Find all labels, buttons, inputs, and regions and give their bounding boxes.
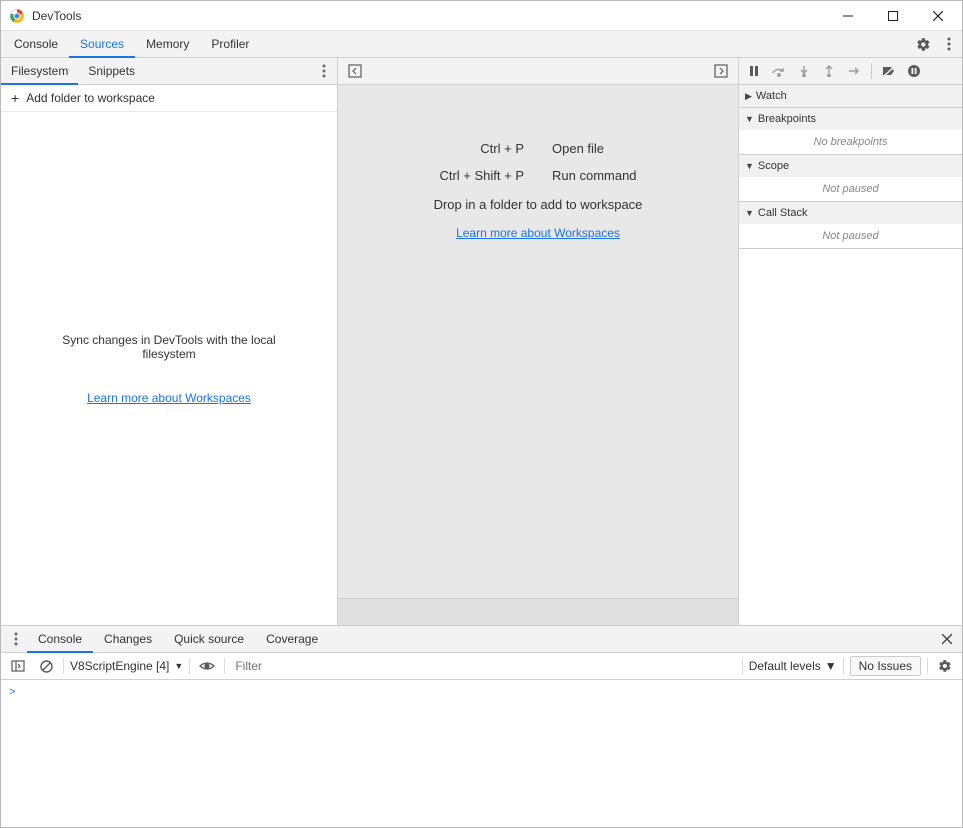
tab-memory[interactable]: Memory	[135, 31, 200, 57]
breakpoints-section-header[interactable]: ▼ Breakpoints	[739, 108, 962, 130]
collapse-right-icon	[714, 64, 728, 78]
settings-button[interactable]	[910, 31, 936, 57]
console-prompt: >	[9, 686, 15, 698]
no-breakpoints-message: No breakpoints	[739, 130, 962, 154]
shortcut-run-command-desc: Run command	[552, 168, 637, 183]
window-title: DevTools	[32, 9, 81, 23]
triangle-down-icon: ▼	[745, 208, 754, 218]
triangle-down-icon: ▼	[745, 114, 754, 124]
gear-icon	[916, 37, 931, 52]
plus-icon: +	[11, 90, 19, 106]
console-filter-input[interactable]	[231, 656, 735, 676]
no-issues-button[interactable]: No Issues	[850, 656, 921, 676]
pause-button[interactable]	[743, 60, 765, 82]
editor-placeholder: Ctrl + P Open file Ctrl + Shift + P Run …	[338, 85, 738, 598]
shortcut-run-command-key: Ctrl + Shift + P	[439, 168, 524, 183]
drawer-tab-changes[interactable]: Changes	[93, 626, 163, 652]
add-folder-button[interactable]: + Add folder to workspace	[1, 85, 337, 112]
drawer-close-button[interactable]	[936, 628, 958, 650]
collapse-left-icon	[348, 64, 362, 78]
sidebar-more-button[interactable]	[311, 64, 337, 78]
pause-circle-icon	[907, 64, 921, 78]
console-settings-button[interactable]	[934, 655, 956, 677]
context-selector[interactable]: V8ScriptEngine [4] ▼	[70, 659, 183, 673]
triangle-down-icon: ▼	[745, 161, 754, 171]
triangle-right-icon: ▶	[745, 91, 752, 102]
drawer-tab-console[interactable]: Console	[27, 626, 93, 652]
shortcut-open-file-desc: Open file	[552, 141, 637, 156]
drop-folder-message: Drop in a folder to add to workspace	[434, 197, 643, 212]
drawer-tab-quick-source[interactable]: Quick source	[163, 626, 255, 652]
live-expression-button[interactable]	[196, 655, 218, 677]
maximize-button[interactable]	[870, 1, 915, 30]
kebab-icon	[322, 64, 326, 78]
callstack-section-header[interactable]: ▼ Call Stack	[739, 202, 962, 224]
editor-footer	[338, 598, 738, 625]
subtab-snippets[interactable]: Snippets	[78, 58, 145, 84]
callstack-not-paused-message: Not paused	[739, 224, 962, 248]
deactivate-breakpoints-button[interactable]	[878, 60, 900, 82]
tab-profiler[interactable]: Profiler	[200, 31, 260, 57]
kebab-icon	[947, 37, 951, 51]
more-button[interactable]	[936, 31, 962, 57]
shortcut-open-file-key: Ctrl + P	[439, 141, 524, 156]
watch-section-header[interactable]: ▶ Watch	[739, 85, 962, 107]
sidebar-toggle-icon	[11, 660, 25, 672]
watch-label: Watch	[756, 90, 787, 102]
close-button[interactable]	[915, 1, 960, 30]
tab-sources[interactable]: Sources	[69, 31, 135, 57]
tab-console[interactable]: Console	[3, 31, 69, 57]
kebab-icon	[14, 632, 18, 646]
step-button[interactable]	[843, 60, 865, 82]
step-into-button[interactable]	[793, 60, 815, 82]
drawer-more-button[interactable]	[5, 628, 27, 650]
scope-label: Scope	[758, 160, 789, 172]
context-label: V8ScriptEngine [4]	[70, 659, 169, 673]
step-over-button[interactable]	[768, 60, 790, 82]
breakpoint-disabled-icon	[882, 65, 896, 77]
learn-more-workspaces-link[interactable]: Learn more about Workspaces	[87, 391, 251, 405]
step-over-icon	[772, 65, 786, 77]
scope-section-header[interactable]: ▼ Scope	[739, 155, 962, 177]
step-out-button[interactable]	[818, 60, 840, 82]
eye-icon	[199, 660, 215, 672]
caret-down-icon: ▼	[825, 659, 837, 673]
callstack-label: Call Stack	[758, 207, 808, 219]
drawer-tab-coverage[interactable]: Coverage	[255, 626, 329, 652]
pause-on-exceptions-button[interactable]	[903, 60, 925, 82]
toggle-navigator-button[interactable]	[344, 60, 366, 82]
close-icon	[942, 634, 952, 644]
scope-not-paused-message: Not paused	[739, 177, 962, 201]
add-folder-label: Add folder to workspace	[26, 91, 155, 105]
step-out-icon	[823, 65, 835, 77]
clear-icon	[40, 660, 53, 673]
caret-down-icon: ▼	[174, 661, 183, 671]
sync-message: Sync changes in DevTools with the local …	[41, 333, 297, 361]
minimize-button[interactable]	[825, 1, 870, 30]
step-icon	[847, 65, 861, 77]
breakpoints-label: Breakpoints	[758, 113, 816, 125]
toggle-console-sidebar-button[interactable]	[7, 655, 29, 677]
devtools-logo-icon	[9, 8, 25, 24]
step-into-icon	[798, 65, 810, 77]
console-output[interactable]: >	[1, 680, 962, 820]
clear-console-button[interactable]	[35, 655, 57, 677]
pause-icon	[748, 65, 760, 77]
gear-icon	[938, 659, 952, 673]
subtab-filesystem[interactable]: Filesystem	[1, 58, 78, 84]
levels-label: Default levels	[749, 659, 821, 673]
editor-learn-more-link[interactable]: Learn more about Workspaces	[456, 226, 620, 240]
toggle-debugger-button[interactable]	[710, 60, 732, 82]
log-levels-selector[interactable]: Default levels ▼	[749, 659, 837, 673]
